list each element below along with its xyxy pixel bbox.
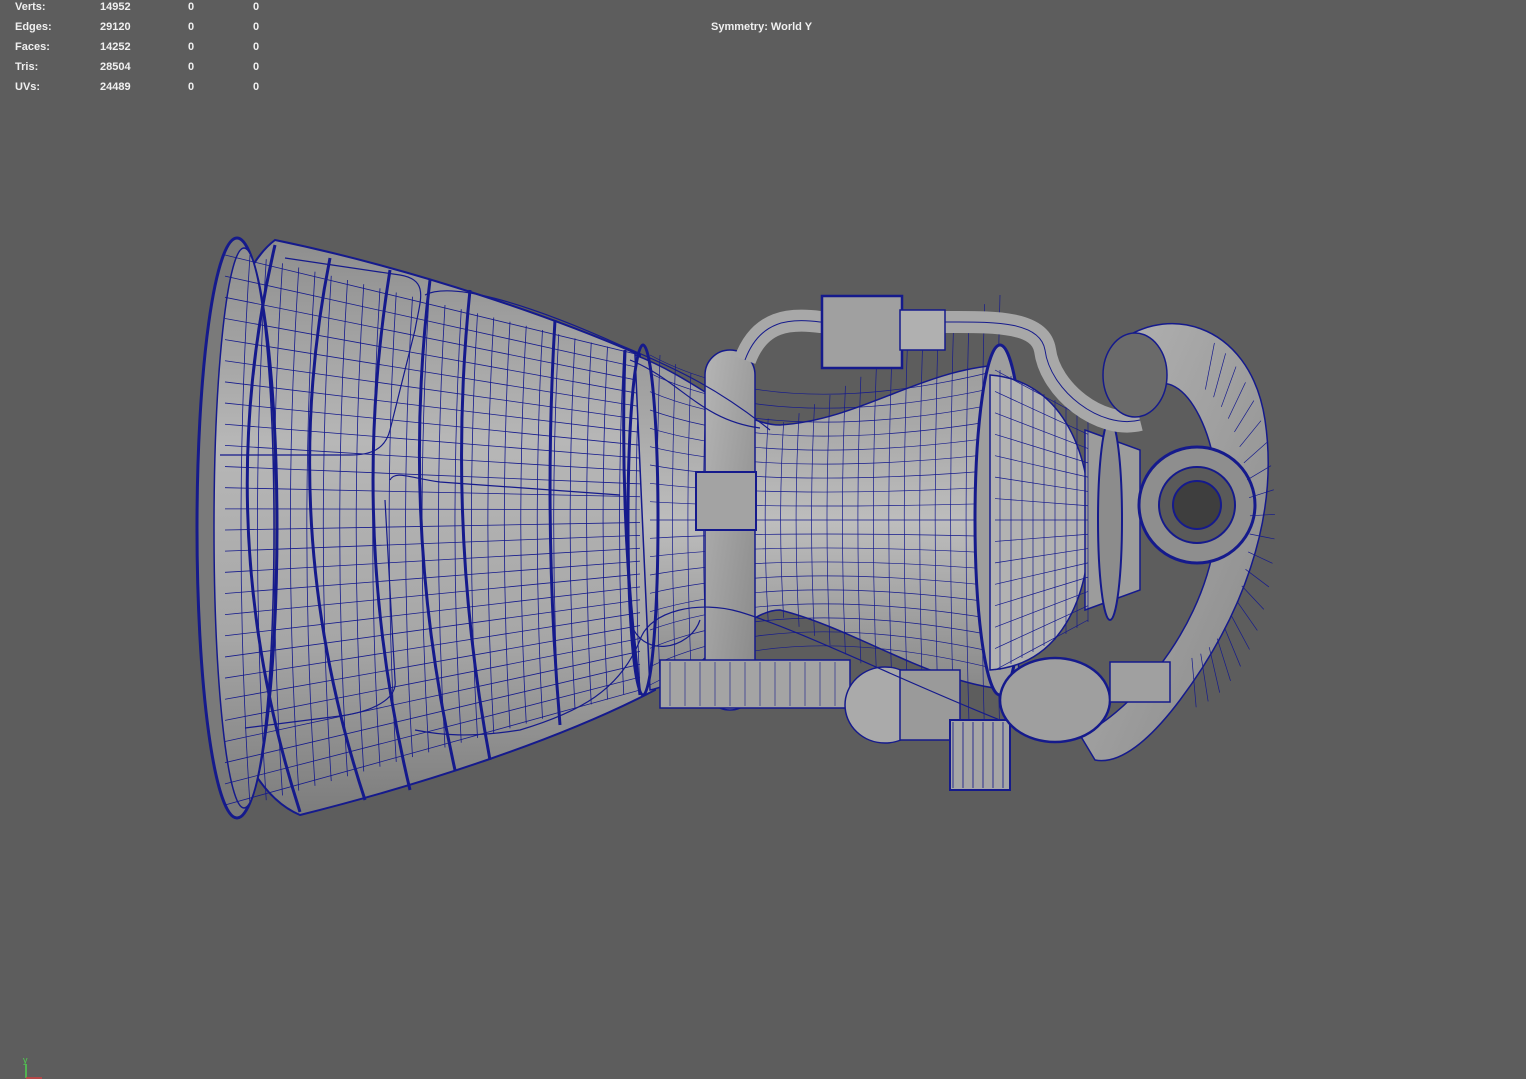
wire-edge (1230, 615, 1250, 650)
nozzle-throat[interactable] (634, 353, 1021, 691)
3d-viewport[interactable]: Verts: 14952 0 0 Edges: 29120 0 0 Faces:… (0, 0, 1526, 1079)
wire-edge (1236, 601, 1258, 631)
wire-edge (1245, 569, 1270, 588)
axis-gizmo: y (23, 1056, 42, 1079)
rocket-engine-mesh[interactable] (0, 0, 1526, 1079)
y-axis-label: y (23, 1056, 28, 1065)
wire-edge (1208, 647, 1221, 693)
wire-edge (1216, 638, 1231, 682)
wire-edge (1241, 585, 1265, 610)
lower-fittings[interactable] (659, 656, 1171, 791)
wire-edge (1224, 627, 1241, 667)
